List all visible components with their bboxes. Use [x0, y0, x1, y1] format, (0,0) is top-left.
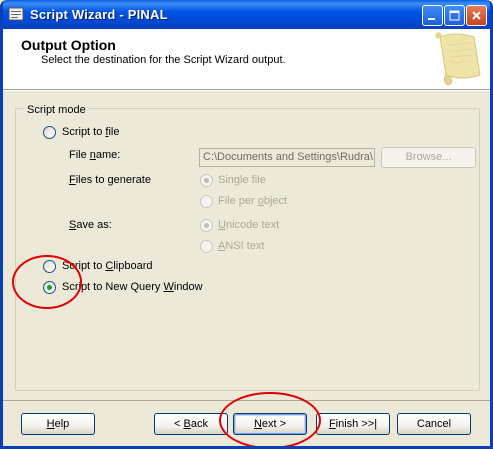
script-mode-label: Script mode — [25, 104, 88, 116]
script-to-clipboard-label[interactable]: Script to Clipboard — [62, 260, 153, 272]
unicode-text-label[interactable]: Unicode text — [218, 219, 279, 231]
radio-selected-dot — [204, 178, 209, 183]
minimize-button[interactable] — [422, 5, 443, 26]
file-name-label: File name: — [69, 149, 121, 161]
button-bar-separator — [3, 400, 490, 401]
script-to-file-label[interactable]: Script to file — [62, 126, 119, 138]
script-to-clipboard-radio[interactable] — [43, 260, 56, 273]
single-file-label[interactable]: Single file — [218, 174, 266, 186]
window-title: Script Wizard - PINAL — [30, 7, 168, 22]
title-bar[interactable]: Script Wizard - PINAL — [3, 0, 490, 29]
radio-selected-dot — [47, 285, 52, 290]
minimize-icon — [428, 18, 435, 20]
database-script-icon — [8, 7, 24, 21]
script-wizard-window: Script Wizard - PINAL Output Option Sele… — [0, 0, 493, 449]
close-button[interactable] — [466, 5, 487, 26]
save-as-label: Save as: — [69, 219, 112, 231]
maximize-button[interactable] — [444, 5, 465, 26]
wizard-header: Output Option Select the destination for… — [3, 29, 490, 90]
script-to-query-window-label[interactable]: Script to New Query Window — [62, 281, 203, 293]
radio-selected-dot — [204, 223, 209, 228]
file-per-object-label[interactable]: File per object — [218, 195, 287, 207]
next-button[interactable]: Next > — [233, 413, 307, 435]
help-button[interactable]: Help — [21, 413, 95, 435]
ansi-text-label[interactable]: ANSI text — [218, 240, 264, 252]
cancel-button[interactable]: Cancel — [397, 413, 471, 435]
unicode-text-radio[interactable] — [200, 219, 213, 232]
page-subtitle: Select the destination for the Script Wi… — [41, 54, 286, 66]
script-to-file-radio[interactable] — [43, 126, 56, 139]
back-button[interactable]: < Back — [154, 413, 228, 435]
files-to-generate-label: Files to generate — [69, 174, 151, 186]
header-separator — [3, 90, 490, 91]
scroll-icon — [435, 32, 481, 86]
browse-button[interactable]: Browse... — [381, 147, 476, 168]
finish-button[interactable]: Finish >>| — [316, 413, 390, 435]
single-file-radio[interactable] — [200, 174, 213, 187]
page-title: Output Option — [21, 37, 116, 53]
maximize-icon — [449, 10, 460, 21]
ansi-text-radio[interactable] — [200, 240, 213, 253]
file-per-object-radio[interactable] — [200, 195, 213, 208]
file-name-input[interactable]: C:\Documents and Settings\Rudra\ — [199, 148, 375, 167]
close-icon — [472, 11, 481, 20]
script-to-query-window-radio[interactable] — [43, 281, 56, 294]
